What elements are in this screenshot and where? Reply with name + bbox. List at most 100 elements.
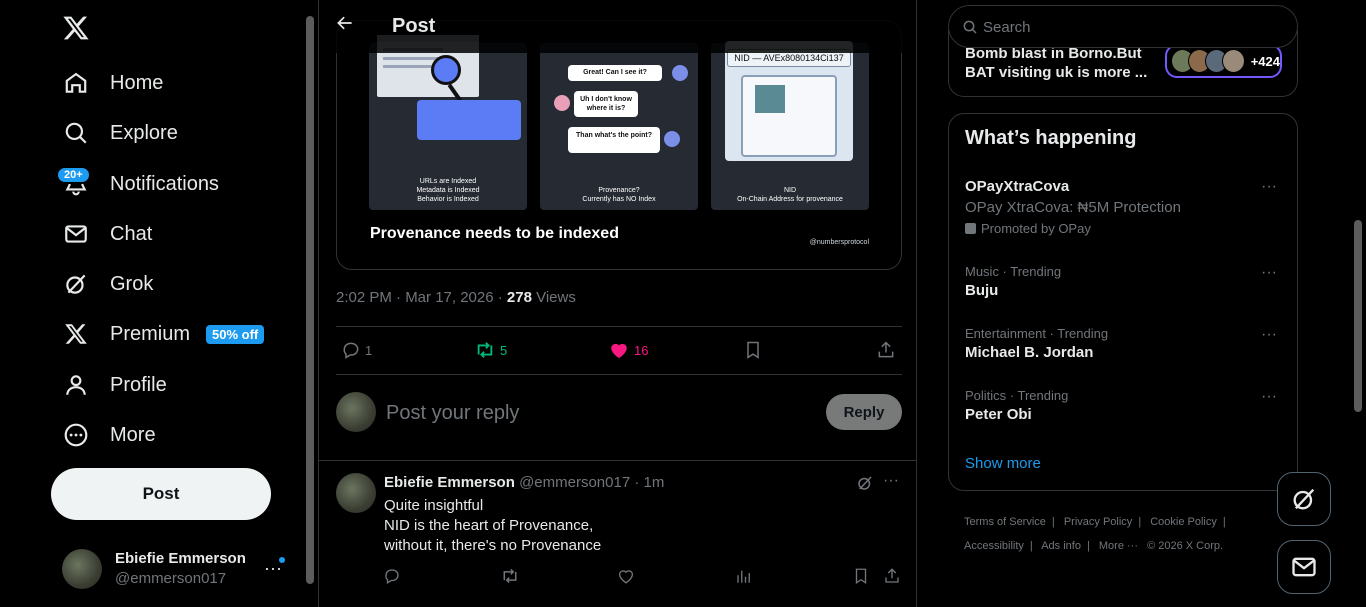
person-icon [62,371,90,399]
post-button[interactable]: Post [51,468,271,520]
nav-explore[interactable]: Explore [62,113,178,153]
panel-caption: URLs are Indexed Metadata is Indexed Behav… [416,178,480,203]
more-dots-icon[interactable]: ··· [1261,178,1281,198]
footer-link[interactable]: More ··· [1099,540,1138,552]
heart-icon[interactable] [617,567,635,585]
trend-item[interactable]: Politics · Trending Peter Obi ··· [965,388,1285,423]
media-panel-question: Great! Can I see it? Uh I don't know whe… [540,43,698,210]
center-scrollbar[interactable] [304,0,316,607]
like-action[interactable]: 16 [608,340,648,360]
scroll-thumb[interactable] [306,16,314,584]
nav-label: Chat [110,222,153,245]
scroll-thumb[interactable] [1354,220,1362,412]
bookmark-icon[interactable] [852,567,870,585]
more-dots-icon[interactable]: ··· [1261,388,1281,408]
footer-link[interactable]: Ads info [1041,540,1081,552]
post-detail-column: Post URLs are Indexed Metadata is Indexed… [318,0,917,607]
media-credit: @numbersprotocol [809,239,869,246]
search-icon [62,119,90,147]
post-media-image[interactable]: URLs are Indexed Metadata is Indexed Behav… [336,20,902,270]
trend-name: Buju [965,282,999,299]
promoted-trend[interactable]: OPayXtraCova OPay XtraCova: ₦5M Protecti… [965,178,1285,236]
reply-button[interactable]: Reply [826,394,902,430]
more-dots-icon[interactable]: ··· [883,472,899,490]
section-title: What’s happening [965,127,1137,149]
repost-count: 5 [500,342,508,358]
grok-icon[interactable] [856,474,874,492]
share-icon[interactable] [876,340,896,360]
grok-icon [1290,485,1318,513]
search-input[interactable] [983,16,1283,38]
nav-profile[interactable]: Profile [62,365,167,405]
news-avatars: +424 [1165,44,1282,78]
heart-icon [608,340,630,360]
trend-item[interactable]: Music · Trending Buju ··· [965,264,1285,299]
nav-label: Grok [110,272,154,295]
grok-fab[interactable] [1277,472,1331,526]
home-icon [62,69,90,97]
messages-fab[interactable] [1277,540,1331,594]
footer-links: Terms of Service | Privacy Policy | Cookie… [964,516,1226,552]
trend-description: OPay XtraCova: ₦5M Protection [965,199,1181,216]
reply-icon[interactable] [383,567,401,585]
reply-handle-time: @emmerson017 · 1m [519,474,665,491]
media-panel-nid: NID — AVEx8080134Ci137 NID On-Chain Addre… [711,41,869,210]
footer-link[interactable]: Accessibility [964,540,1024,552]
reply-author-name[interactable]: Ebiefie Emmerson [384,474,515,491]
nav-chat[interactable]: Chat [62,214,152,254]
repost-action[interactable]: 5 [474,340,507,360]
search-icon [962,19,978,35]
x-logo[interactable] [62,14,90,42]
reply-text: Quite insightful NID is the heart of Pro… [384,497,602,554]
unread-dot [279,557,285,563]
post-timestamp-views: 2:02 PM · Mar 17, 2026 · 278 Views [336,289,576,306]
nav-home[interactable]: Home [62,63,163,103]
reply-composer: Reply [336,392,902,432]
footer-link[interactable]: Privacy Policy [1064,516,1132,528]
analytics-icon[interactable] [735,567,753,585]
more-circle-icon [62,421,90,449]
media-panel-indexed: URLs are Indexed Metadata is Indexed Behav… [369,35,527,210]
trend-context: Music · Trending [965,264,1062,279]
show-more-link[interactable]: Show more [965,455,1041,472]
reply-action[interactable]: 1 [341,340,372,360]
trend-context: Entertainment · Trending [965,326,1109,341]
account-switcher[interactable]: Ebiefie Emmerson @emmerson017 ··· [62,547,292,591]
reply-post[interactable]: Ebiefie Emmerson @emmerson017 · 1m ··· Q… [319,460,916,607]
more-dots-icon[interactable]: ··· [1261,326,1281,346]
more-dots-icon[interactable]: ··· [1261,264,1281,284]
nav-label: Notifications [110,172,219,195]
bookmark-icon[interactable] [743,340,763,360]
account-handle: @emmerson017 [115,570,227,587]
promoted-icon [965,223,976,234]
share-icon[interactable] [883,567,901,585]
repost-icon[interactable] [500,567,520,585]
panel-caption: NID On-Chain Address for provenance [737,187,843,203]
post-header: Post [319,0,916,53]
reply-count: 1 [365,342,373,358]
nav-grok[interactable]: Grok [62,264,153,304]
repost-icon [474,340,496,360]
grok-icon [62,270,90,298]
x-icon [62,320,90,348]
back-arrow-icon[interactable] [335,13,359,37]
nav-more[interactable]: More [62,415,156,455]
trend-item[interactable]: Entertainment · Trending Michael B. Jord… [965,326,1285,361]
footer-link[interactable]: Terms of Service [964,516,1046,528]
news-headline: Bomb blast in Borno.But BAT visiting uk … [965,45,1148,81]
avatar[interactable] [336,473,376,513]
nav-premium[interactable]: Premium 50% off [62,314,265,354]
divider [336,374,902,375]
whats-happening-panel: What’s happening OPayXtraCova OPay XtraC… [948,113,1298,491]
premium-discount-badge: 50% off [206,324,265,344]
page-title: Post [392,15,436,37]
like-count: 16 [634,342,649,358]
search-bar[interactable] [948,5,1298,48]
nav-label: Explore [110,121,178,144]
page-scrollbar[interactable] [1352,0,1364,607]
reply-input[interactable] [386,398,806,428]
nav-label: Home [110,71,164,94]
trend-name: Michael B. Jordan [965,344,1094,361]
trend-context: Politics · Trending [965,388,1069,403]
footer-link[interactable]: Cookie Policy [1150,516,1217,528]
